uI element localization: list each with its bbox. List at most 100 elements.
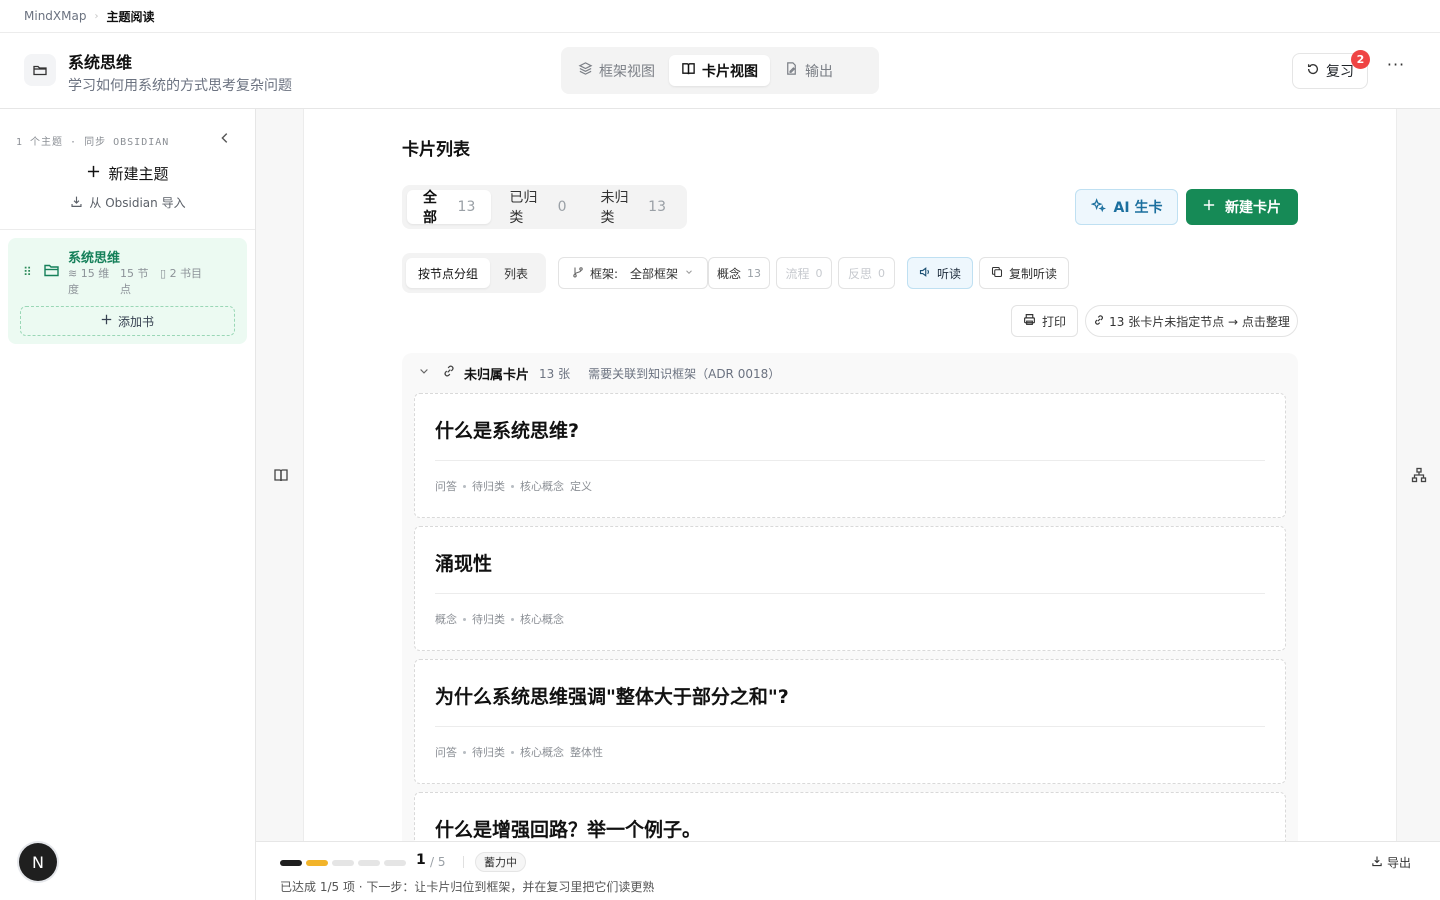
new-topic-button[interactable]: 新建主题 [0, 161, 256, 185]
separator-dot [463, 617, 466, 621]
chip-count: 0 [878, 266, 885, 280]
link-icon [442, 364, 456, 382]
card-type: 问答 [435, 480, 457, 493]
card-title: 什么是系统思维? [435, 420, 580, 442]
print-button[interactable]: 打印 [1011, 305, 1078, 337]
filter-tabs: 全部 13 已归类 0 未归类 13 [402, 185, 687, 229]
download-icon [70, 195, 83, 211]
tab-all[interactable]: 全部 13 [407, 190, 492, 226]
export-button[interactable]: 导出 [1371, 854, 1411, 871]
framework-label: 框架: [589, 266, 619, 281]
card-meta: 问答 待归类 核心概念 整体性 [435, 744, 603, 760]
user-avatar[interactable]: N [19, 843, 57, 881]
card-title: 涌现性 [435, 553, 493, 575]
collapse-sidebar-icon[interactable] [218, 131, 234, 147]
drag-handle-icon[interactable]: ⠿ [23, 265, 32, 279]
card-tag: 核心概念 [520, 746, 564, 759]
tab-label: 卡片视图 [702, 63, 758, 80]
group-header[interactable]: 未归属卡片 13 张 需要关联到知识框架（ADR 0018） [418, 363, 780, 383]
left-rail [256, 109, 304, 841]
book-icon: ▯ [160, 267, 167, 280]
card-meta: 概念 待归类 核心概念 [435, 611, 564, 627]
main-content: 卡片列表 全部 13 已归类 0 未归类 13 AI 生卡 新建卡片 按节点分组… [304, 109, 1396, 841]
chip-count: 13 [747, 266, 761, 280]
tab-categorized[interactable]: 已归类 0 [493, 190, 582, 226]
copy-icon [991, 266, 1003, 281]
tab-label: 全部 [423, 190, 437, 226]
card-meta: 问答 待归类 核心概念 定义 [435, 478, 592, 494]
card-item[interactable]: 什么是系统思维? 问答 待归类 核心概念 定义 [414, 393, 1286, 518]
chip-label: 概念 [716, 266, 741, 281]
tab-count: 0 [557, 199, 567, 215]
review-label: 复习 [1326, 64, 1354, 80]
sparkles-icon [1090, 197, 1106, 217]
obsidian-import-button[interactable]: 从 Obsidian 导入 [0, 194, 256, 211]
refresh-icon [1306, 62, 1320, 80]
type-filter-concept[interactable]: 概念 13 [708, 257, 770, 289]
separator-dot [463, 750, 466, 754]
framework-select[interactable]: 框架: 全部框架 [558, 257, 708, 289]
ai-generate-cards-button[interactable]: AI 生卡 [1075, 189, 1178, 225]
tab-label: 框架视图 [599, 63, 655, 80]
status-badge: 蓄力中 [475, 852, 526, 872]
tab-list[interactable]: 列表 [492, 258, 540, 288]
more-menu-button[interactable]: ··· [1384, 57, 1408, 81]
tab-card-view[interactable]: 卡片视图 [669, 55, 770, 86]
breadcrumb-current: 主题阅读 [106, 9, 155, 24]
books-count: 2 书目 [169, 267, 203, 280]
topic-item[interactable]: ⠿ 系统思维 ≋ 15 维度 15 节点 ▯ 2 书目 添加书 [8, 238, 247, 344]
tab-framework-view[interactable]: 框架视图 [566, 55, 667, 86]
tab-group-by-node[interactable]: 按节点分组 [406, 258, 491, 288]
file-edit-icon [784, 61, 799, 80]
tab-uncategorized[interactable]: 未归类 13 [585, 190, 683, 226]
type-filter-process[interactable]: 流程 0 [776, 257, 832, 289]
listen-button[interactable]: 听读 [907, 257, 973, 289]
separator-dot [463, 484, 466, 488]
hierarchy-icon[interactable] [1411, 467, 1427, 487]
card-divider [435, 726, 1265, 727]
separator-dot [511, 750, 514, 754]
book-open-icon [681, 61, 696, 80]
card-tag: 定义 [570, 480, 592, 493]
card-tag: 核心概念 [520, 480, 564, 493]
book-open-icon[interactable] [273, 467, 289, 487]
chip-label: 反思 [847, 266, 872, 281]
folder-open-icon [44, 263, 60, 282]
folder-icon [24, 54, 56, 86]
plus-icon [87, 164, 100, 182]
add-book-button[interactable]: 添加书 [20, 306, 235, 336]
git-branch-icon [572, 266, 584, 281]
new-card-button[interactable]: 新建卡片 [1186, 189, 1298, 225]
breadcrumb-root[interactable]: MindXMap [24, 9, 86, 23]
tab-label: 输出 [805, 63, 833, 80]
right-rail [1396, 109, 1440, 841]
listen-label: 听读 [936, 266, 961, 281]
organize-cards-button[interactable]: 13 张卡片未指定节点 → 点击整理 [1085, 305, 1298, 337]
chevron-down-icon [684, 266, 694, 280]
card-status: 待归类 [472, 746, 505, 759]
copy-listen-button[interactable]: 复制听读 [979, 257, 1069, 289]
card-item[interactable]: 什么是增强回路？举一个例子。 [414, 792, 1286, 841]
import-label: 从 Obsidian 导入 [89, 196, 186, 210]
new-topic-label: 新建主题 [108, 164, 169, 183]
breadcrumb: MindXMap › 主题阅读 [0, 0, 1440, 33]
card-divider [435, 593, 1265, 594]
group-count: 13 张 [539, 366, 571, 381]
progress-current: 1 [416, 852, 426, 868]
card-item[interactable]: 涌现性 概念 待归类 核心概念 [414, 526, 1286, 651]
plus-icon [101, 314, 112, 328]
card-title: 什么是增强回路？举一个例子。 [435, 819, 702, 841]
layers-icon [578, 61, 593, 80]
group-note: 需要关联到知识框架（ADR 0018） [588, 366, 781, 381]
chevron-right-icon: › [94, 10, 99, 22]
tab-label: 未归类 [600, 190, 629, 226]
type-filter-reflection[interactable]: 反思 0 [838, 257, 895, 289]
printer-icon [1023, 313, 1036, 329]
view-switcher: 框架视图 卡片视图 输出 [561, 47, 879, 94]
tab-output[interactable]: 输出 [772, 55, 845, 86]
group-name: 未归属卡片 [464, 367, 530, 383]
card-item[interactable]: 为什么系统思维强调"整体大于部分之和"? 问答 待归类 核心概念 整体性 [414, 659, 1286, 784]
card-type: 概念 [435, 613, 457, 626]
card-type: 问答 [435, 746, 457, 759]
progress-bar: 1 / 5 蓄力中 已达成 1/5 项 · 下一步：让卡片归位到框架，并在复习里… [256, 841, 1440, 900]
